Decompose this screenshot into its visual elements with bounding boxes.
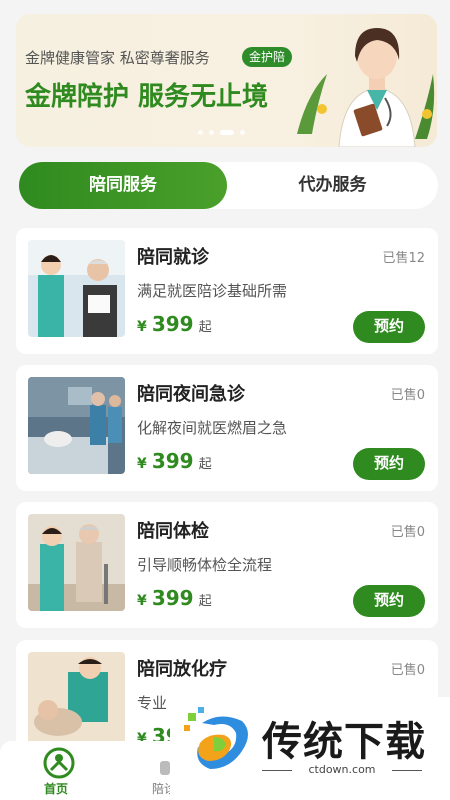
price-suffix: 起: [198, 320, 212, 335]
price-suffix: 起: [198, 457, 212, 472]
tab-agent-service[interactable]: 代办服务: [227, 162, 438, 209]
nurse-illustration: [297, 28, 435, 147]
price-currency: ¥: [137, 593, 147, 609]
watermark-logo: [184, 707, 248, 769]
book-button[interactable]: 预约: [353, 448, 425, 480]
service-image-chemotherapy: [28, 652, 125, 749]
service-description: 引导顺畅体检全流程: [137, 556, 273, 574]
nav-home-label[interactable]: 首页: [44, 780, 68, 797]
service-description: 满足就医陪诊基础所需: [137, 282, 288, 300]
service-price: ¥ 399 起: [137, 449, 212, 473]
service-description: 化解夜间就医燃眉之急: [137, 419, 288, 437]
service-card[interactable]: 陪同就诊 已售12 满足就医陪诊基础所需 ¥ 399 起 预约: [16, 228, 438, 354]
service-card[interactable]: 陪同体检 已售0 引导顺畅体检全流程 ¥ 399 起 预约: [16, 502, 438, 628]
service-card[interactable]: 陪同夜间急诊 已售0 化解夜间就医燃眉之急 ¥ 399 起 预约: [16, 365, 438, 491]
service-name: 陪同体检: [137, 521, 209, 542]
sold-count: 已售0: [390, 663, 425, 678]
watermark-text: 传统下载: [262, 719, 426, 765]
price-currency: ¥: [137, 319, 147, 335]
price-suffix: 起: [198, 594, 212, 609]
book-button[interactable]: 预约: [353, 311, 425, 343]
nav-home[interactable]: [42, 747, 76, 783]
price-currency: ¥: [137, 456, 147, 472]
tab-accompany-service[interactable]: 陪同服务: [19, 162, 227, 209]
service-name: 陪同放化疗: [137, 659, 227, 680]
banner-subtitle: 金牌健康管家 私密尊奢服务: [25, 49, 210, 67]
service-image-night-emergency: [28, 377, 125, 474]
banner-badge: 金护陪: [242, 47, 293, 67]
sold-count: 已售12: [382, 251, 425, 266]
banner-pagination: [198, 130, 245, 135]
service-name: 陪同就诊: [137, 247, 209, 268]
service-image-health-checkup: [28, 514, 125, 611]
promo-banner[interactable]: 金牌健康管家 私密尊奢服务 金护陪 金牌陪护 服务无止境: [16, 14, 437, 147]
price-amount: 399: [151, 312, 194, 336]
service-image-clinic-visit: [28, 240, 125, 337]
sold-count: 已售0: [390, 388, 425, 403]
service-description: 专业: [137, 694, 168, 712]
home-icon: [43, 747, 75, 779]
book-button[interactable]: 预约: [353, 585, 425, 617]
sold-count: 已售0: [390, 525, 425, 540]
service-price: ¥ 399 起: [137, 312, 212, 336]
price-amount: 399: [151, 449, 194, 473]
price-amount: 399: [151, 586, 194, 610]
watermark-rule-right: [392, 770, 422, 771]
service-name: 陪同夜间急诊: [137, 384, 245, 405]
service-price: ¥ 399 起: [137, 586, 212, 610]
watermark: 传统下载 ctdown.com: [170, 697, 450, 800]
banner-title: 金牌陪护 服务无止境: [25, 82, 269, 112]
service-tabs: 陪同服务 代办服务: [19, 162, 438, 209]
